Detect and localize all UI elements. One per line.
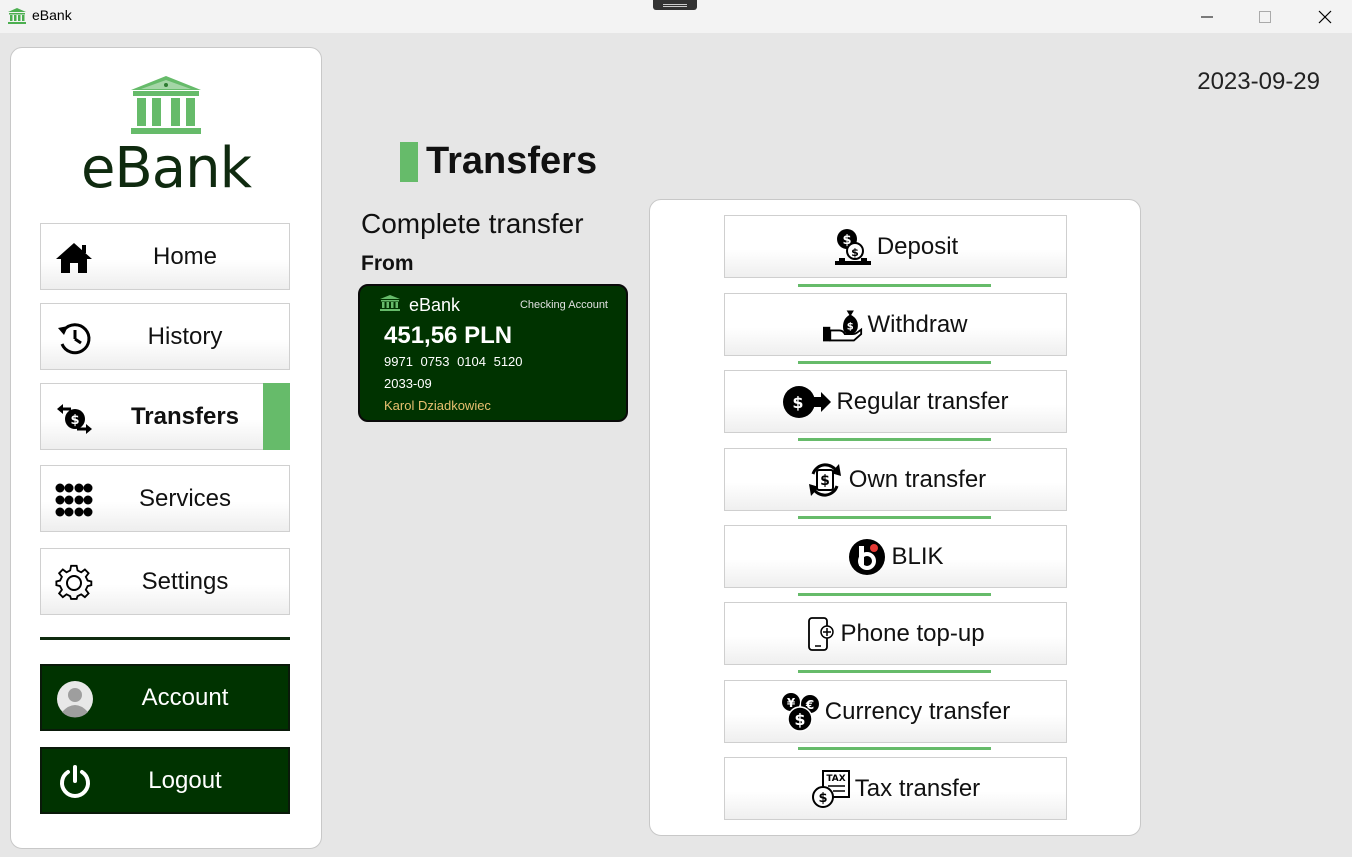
currency-transfer-label: Currency transfer — [824, 697, 1011, 725]
nav-history-label: History — [147, 322, 223, 350]
bank-logo-icon — [131, 76, 201, 134]
option-separator — [798, 284, 991, 287]
phone-topup-button[interactable]: Phone top-up — [724, 602, 1067, 665]
minimize-button[interactable] — [1184, 0, 1230, 33]
regular-transfer-label: Regular transfer — [836, 387, 1009, 415]
nav-services-button[interactable]: Services — [40, 465, 290, 532]
card-expiry: 2033-09 — [384, 376, 432, 391]
sidebar-divider — [40, 637, 290, 640]
svg-text:$: $ — [847, 321, 854, 332]
svg-text:$: $ — [793, 393, 804, 412]
nav-home-button[interactable]: Home — [40, 223, 290, 290]
card-holder: Karol Dziadkowiec — [384, 398, 491, 413]
logo-text: eBank — [80, 136, 252, 201]
window-title: eBank — [32, 7, 72, 23]
svg-text:$: $ — [851, 246, 859, 259]
current-date: 2023-09-29 — [1197, 68, 1320, 95]
svg-text:$: $ — [820, 473, 830, 489]
own-transfer-button[interactable]: $ Own transfer — [724, 448, 1067, 511]
svg-text:TAX: TAX — [826, 774, 845, 784]
page-title: Transfers — [426, 140, 598, 182]
withdraw-icon: $ — [823, 305, 863, 345]
maximize-button[interactable] — [1242, 0, 1288, 33]
tax-transfer-button[interactable]: TAX $ Tax transfer — [724, 757, 1067, 820]
svg-text:$: $ — [794, 710, 805, 729]
section-subtitle: Complete transfer — [361, 208, 584, 239]
option-separator — [798, 747, 991, 750]
title-accent-bar — [400, 142, 418, 182]
nav-settings-label: Settings — [141, 567, 229, 595]
close-icon — [1318, 10, 1332, 23]
deposit-label: Deposit — [876, 232, 959, 260]
option-separator — [798, 593, 991, 596]
transfer-options-panel: $ $ Deposit $ Withdraw $ Regular transfer… — [649, 199, 1141, 836]
option-separator — [798, 516, 991, 519]
svg-text:$: $ — [70, 413, 79, 428]
logout-button[interactable]: Logout — [40, 747, 290, 814]
phone-topup-icon — [806, 614, 836, 654]
logout-label: Logout — [148, 767, 222, 794]
drag-handle[interactable] — [653, 0, 697, 10]
regular-transfer-button[interactable]: $ Regular transfer — [724, 370, 1067, 433]
tax-icon: TAX $ — [811, 769, 851, 809]
from-label: From — [361, 252, 414, 275]
minimize-icon — [1201, 16, 1213, 17]
card-number: 9971 0753 0104 5120 — [384, 354, 523, 369]
card-account-type: Checking Account — [519, 299, 608, 311]
bank-icon — [8, 8, 26, 24]
blik-icon — [847, 537, 887, 577]
currency-icon: ¥ € $ — [781, 692, 821, 732]
svg-text:$: $ — [818, 791, 827, 806]
sidebar: eBank Home History $ Transfers Services — [10, 47, 322, 849]
nav-history-button[interactable]: History — [40, 303, 290, 370]
option-separator — [798, 361, 991, 364]
nav-home-label: Home — [152, 242, 218, 270]
account-card[interactable]: eBank Checking Account 451,56 PLN 9971 0… — [358, 284, 628, 422]
active-indicator — [263, 383, 290, 450]
phone-topup-label: Phone top-up — [840, 619, 985, 647]
option-separator — [798, 438, 991, 441]
deposit-button[interactable]: $ $ Deposit — [724, 215, 1067, 278]
deposit-icon: $ $ — [833, 227, 873, 267]
close-button[interactable] — [1302, 0, 1348, 33]
own-transfer-label: Own transfer — [848, 465, 987, 493]
card-balance: 451,56 PLN — [384, 322, 513, 349]
maximize-icon — [1259, 10, 1271, 23]
card-brand: eBank — [409, 295, 461, 315]
nav-services-label: Services — [138, 484, 232, 512]
account-button[interactable]: Account — [40, 664, 290, 731]
blik-button[interactable]: BLIK — [724, 525, 1067, 588]
withdraw-label: Withdraw — [867, 310, 968, 338]
own-transfer-icon: $ — [805, 460, 845, 500]
bank-icon — [380, 295, 400, 311]
option-separator — [798, 670, 991, 673]
nav-transfers-button[interactable]: $ Transfers — [40, 383, 290, 450]
title-bar: eBank — [0, 0, 1352, 33]
account-label: Account — [141, 684, 229, 711]
nav-settings-button[interactable]: Settings — [40, 548, 290, 615]
nav-transfers-label: Transfers — [130, 402, 240, 430]
withdraw-button[interactable]: $ Withdraw — [724, 293, 1067, 356]
tax-transfer-label: Tax transfer — [854, 774, 981, 802]
blik-label: BLIK — [891, 542, 944, 570]
regular-transfer-icon: $ — [782, 382, 832, 422]
currency-transfer-button[interactable]: ¥ € $ Currency transfer — [724, 680, 1067, 743]
